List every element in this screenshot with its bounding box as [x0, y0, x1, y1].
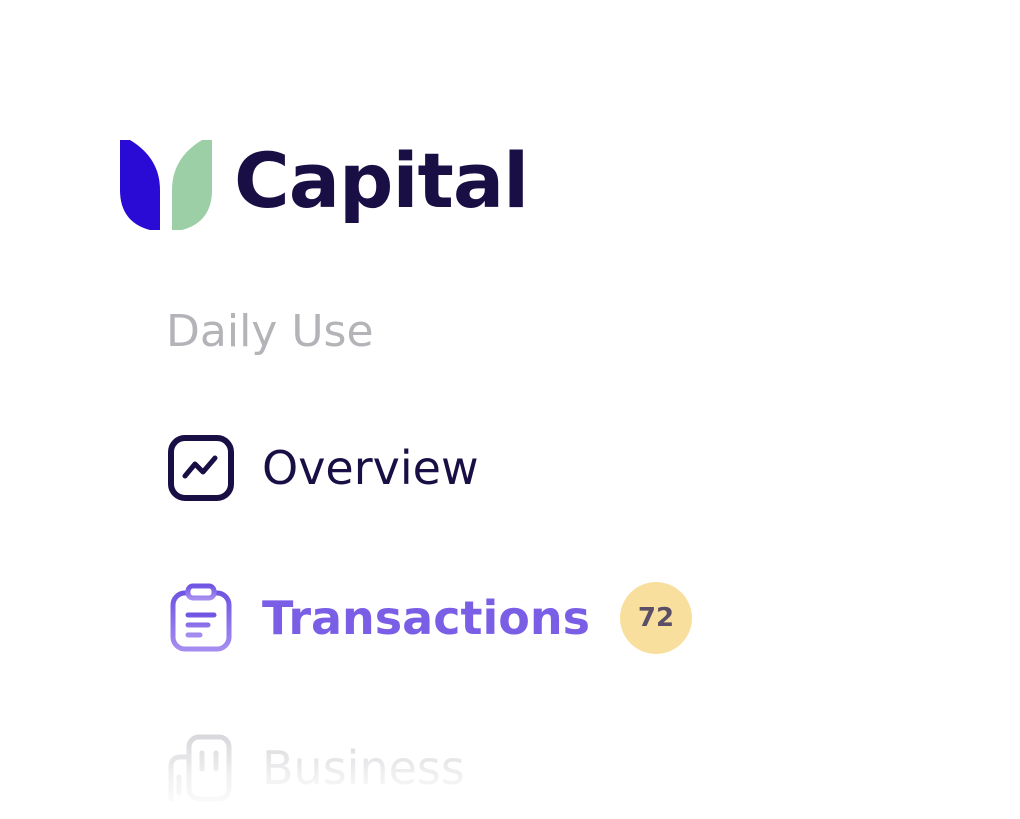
brand-logo[interactable]: Capital [120, 130, 529, 240]
nav-item-overview[interactable]: Overview [166, 433, 479, 503]
chart-trend-icon [166, 433, 236, 503]
nav-label-overview: Overview [262, 441, 479, 495]
transactions-count-badge: 72 [619, 582, 692, 654]
nav-label-business: Business [262, 741, 465, 795]
building-icon [166, 733, 236, 803]
clipboard-icon [166, 583, 236, 653]
section-label-daily-use: Daily Use [166, 306, 374, 357]
nav-item-transactions[interactable]: Transactions 72 [166, 582, 692, 654]
logo-mark-icon [120, 140, 212, 230]
nav-label-transactions: Transactions [262, 591, 590, 645]
bottom-fade-overlay [0, 719, 1020, 819]
brand-name: Capital [234, 136, 529, 225]
nav-item-business[interactable]: Business [166, 733, 465, 803]
